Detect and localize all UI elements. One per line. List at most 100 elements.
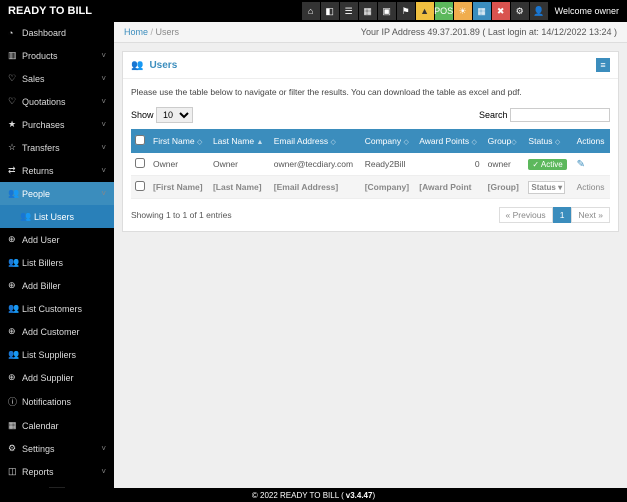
today-icon[interactable]: ☀ <box>454 2 472 20</box>
alert-icon[interactable]: ▲ <box>416 2 434 20</box>
breadcrumb-links: Home / Users <box>124 27 179 37</box>
flag-icon[interactable]: ⚑ <box>397 2 415 20</box>
sidebar-item-list-customers[interactable]: 👥List Customers <box>0 297 114 320</box>
show-select[interactable]: 10 <box>156 107 193 123</box>
sidebar-item-calendar[interactable]: ▦Calendar <box>0 414 114 437</box>
filter-points[interactable]: [Award Point <box>415 176 483 199</box>
panel-title: Users <box>149 60 177 71</box>
settings-icon[interactable]: ⚙ <box>511 2 529 20</box>
status-select[interactable]: Status ▾ <box>528 181 565 194</box>
chevron-down-icon: ˅ <box>101 51 106 60</box>
users-table: First Name ◇ Last Name ▲ Email Address ◇… <box>131 129 610 199</box>
cell-status: ✓ Active <box>524 153 572 176</box>
calendar-icon[interactable]: ▦ <box>359 2 377 20</box>
chevron-down-icon: ˅ <box>101 166 106 175</box>
pager-next[interactable]: Next » <box>571 207 610 223</box>
table-controls: Show 10 Search <box>131 107 610 123</box>
row-checkbox[interactable] <box>135 158 145 168</box>
panel-menu-icon[interactable]: ≡ <box>596 58 610 72</box>
sidebar-item-label: Purchases <box>22 120 65 130</box>
sidebar-item-list-suppliers[interactable]: 👥List Suppliers <box>0 343 114 366</box>
sidebar-item-label: Returns <box>22 166 54 176</box>
table-row: Owner Owner owner@tecdiary.com Ready2Bil… <box>131 153 610 176</box>
cell-group: owner <box>484 153 525 176</box>
sidebar-item-settings[interactable]: ⚙Settings˅ <box>0 437 114 460</box>
sidebar-item-quotations[interactable]: ♡Quotations˅ <box>0 90 114 113</box>
edit-icon[interactable]: ✎ <box>577 159 585 170</box>
user-icon[interactable]: 👤 <box>530 2 548 20</box>
users-icon: 👥 <box>20 211 34 222</box>
gear-icon: ⚙ <box>8 443 22 454</box>
col-last-name[interactable]: Last Name ▲ <box>209 129 270 153</box>
panel-header: 👥 Users ≡ <box>123 52 618 79</box>
sidebar-item-add-user[interactable]: ⊕Add User <box>0 228 114 251</box>
footer: © 2022 READY TO BILL (v3.4.47) <box>0 488 627 502</box>
sidebar-item-label: Transfers <box>22 143 60 153</box>
filter-email[interactable]: [Email Address] <box>270 176 361 199</box>
select-all-checkbox[interactable] <box>135 135 145 145</box>
filter-first[interactable]: [First Name] <box>149 176 209 199</box>
sidebar-item-products[interactable]: ▥Products˅ <box>0 44 114 67</box>
info-icon: ⓘ <box>8 395 22 408</box>
sidebar-item-label: Add Biller <box>22 281 61 291</box>
sidebar-item-label: Add Customer <box>22 327 80 337</box>
filter-company[interactable]: [Company] <box>361 176 416 199</box>
gauge-icon: ◔ <box>8 28 22 38</box>
chart-icon: ◫ <box>8 466 22 477</box>
pager-prev[interactable]: « Previous <box>499 207 553 223</box>
search-input[interactable] <box>510 108 610 122</box>
filter-actions: Actions <box>573 176 610 199</box>
sidebar-item-purchases[interactable]: ★Purchases˅ <box>0 113 114 136</box>
col-email[interactable]: Email Address ◇ <box>270 129 361 153</box>
sidebar-item-transfers[interactable]: ☆Transfers˅ <box>0 136 114 159</box>
panel-hint: Please use the table below to navigate o… <box>131 87 610 97</box>
ip-info: Your IP Address 49.37.201.89 ( Last logi… <box>361 27 617 37</box>
table-filter-row: [First Name] [Last Name] [Email Address]… <box>131 176 610 199</box>
sidebar-item-dashboard[interactable]: ◔Dashboard <box>0 22 114 44</box>
sidebar-item-label: Add User <box>22 235 60 245</box>
heart-icon: ♡ <box>8 96 22 107</box>
tile-icon[interactable]: ▦ <box>473 2 491 20</box>
sidebar-item-reports[interactable]: ◫Reports˅ <box>0 460 114 483</box>
search-label: Search <box>479 110 508 120</box>
cell-company: Ready2Bill <box>361 153 416 176</box>
col-group[interactable]: Group◇ <box>484 129 525 153</box>
table-info: Showing 1 to 1 of 1 entries <box>131 210 232 220</box>
sidebar-item-people[interactable]: 👥People˅ <box>0 182 114 205</box>
dashboard-icon[interactable]: ◧ <box>321 2 339 20</box>
sidebar-item-returns[interactable]: ⇄Returns˅ <box>0 159 114 182</box>
filter-checkbox[interactable] <box>135 181 145 191</box>
sidebar-item-sales[interactable]: ♡Sales˅ <box>0 67 114 90</box>
col-points[interactable]: Award Points ◇ <box>415 129 483 153</box>
topbar: READY TO BILL ⌂ ◧ ☰ ▦ ▣ ⚑ ▲ POS ☀ ▦ ✖ ⚙ … <box>0 0 627 22</box>
sidebar-item-label: Calendar <box>22 421 59 431</box>
calc-icon[interactable]: ▣ <box>378 2 396 20</box>
breadcrumb-home[interactable]: Home <box>124 27 148 37</box>
home-icon[interactable]: ⌂ <box>302 2 320 20</box>
pos-button[interactable]: POS <box>435 2 453 20</box>
pager-current[interactable]: 1 <box>553 207 572 223</box>
col-company[interactable]: Company ◇ <box>361 129 416 153</box>
sidebar-item-list-users[interactable]: 👥List Users <box>0 205 114 228</box>
clear-icon[interactable]: ✖ <box>492 2 510 20</box>
filter-last[interactable]: [Last Name] <box>209 176 270 199</box>
pager: « Previous 1 Next » <box>499 207 610 223</box>
sidebar-item-notifications[interactable]: ⓘNotifications <box>0 389 114 414</box>
users-icon: 👥 <box>8 349 22 360</box>
sidebar-item-list-billers[interactable]: 👥List Billers <box>0 251 114 274</box>
sidebar-item-add-supplier[interactable]: ⊕Add Supplier <box>0 366 114 389</box>
chevron-down-icon: ˅ <box>101 143 106 152</box>
sidebar-item-label: People <box>22 189 50 199</box>
cell-points: 0 <box>415 153 483 176</box>
welcome-label[interactable]: Welcome owner <box>555 6 619 16</box>
filter-group[interactable]: [Group] <box>484 176 525 199</box>
sidebar-item-add-biller[interactable]: ⊕Add Biller <box>0 274 114 297</box>
col-status[interactable]: Status ◇ <box>524 129 572 153</box>
col-first-name[interactable]: First Name ◇ <box>149 129 209 153</box>
cell-actions: ✎ <box>573 153 610 176</box>
col-actions: Actions <box>573 129 610 153</box>
sidebar: ◔Dashboard ▥Products˅ ♡Sales˅ ♡Quotation… <box>0 22 114 488</box>
list-icon[interactable]: ☰ <box>340 2 358 20</box>
sidebar-item-add-customer[interactable]: ⊕Add Customer <box>0 320 114 343</box>
barcode-icon: ▥ <box>8 50 22 61</box>
